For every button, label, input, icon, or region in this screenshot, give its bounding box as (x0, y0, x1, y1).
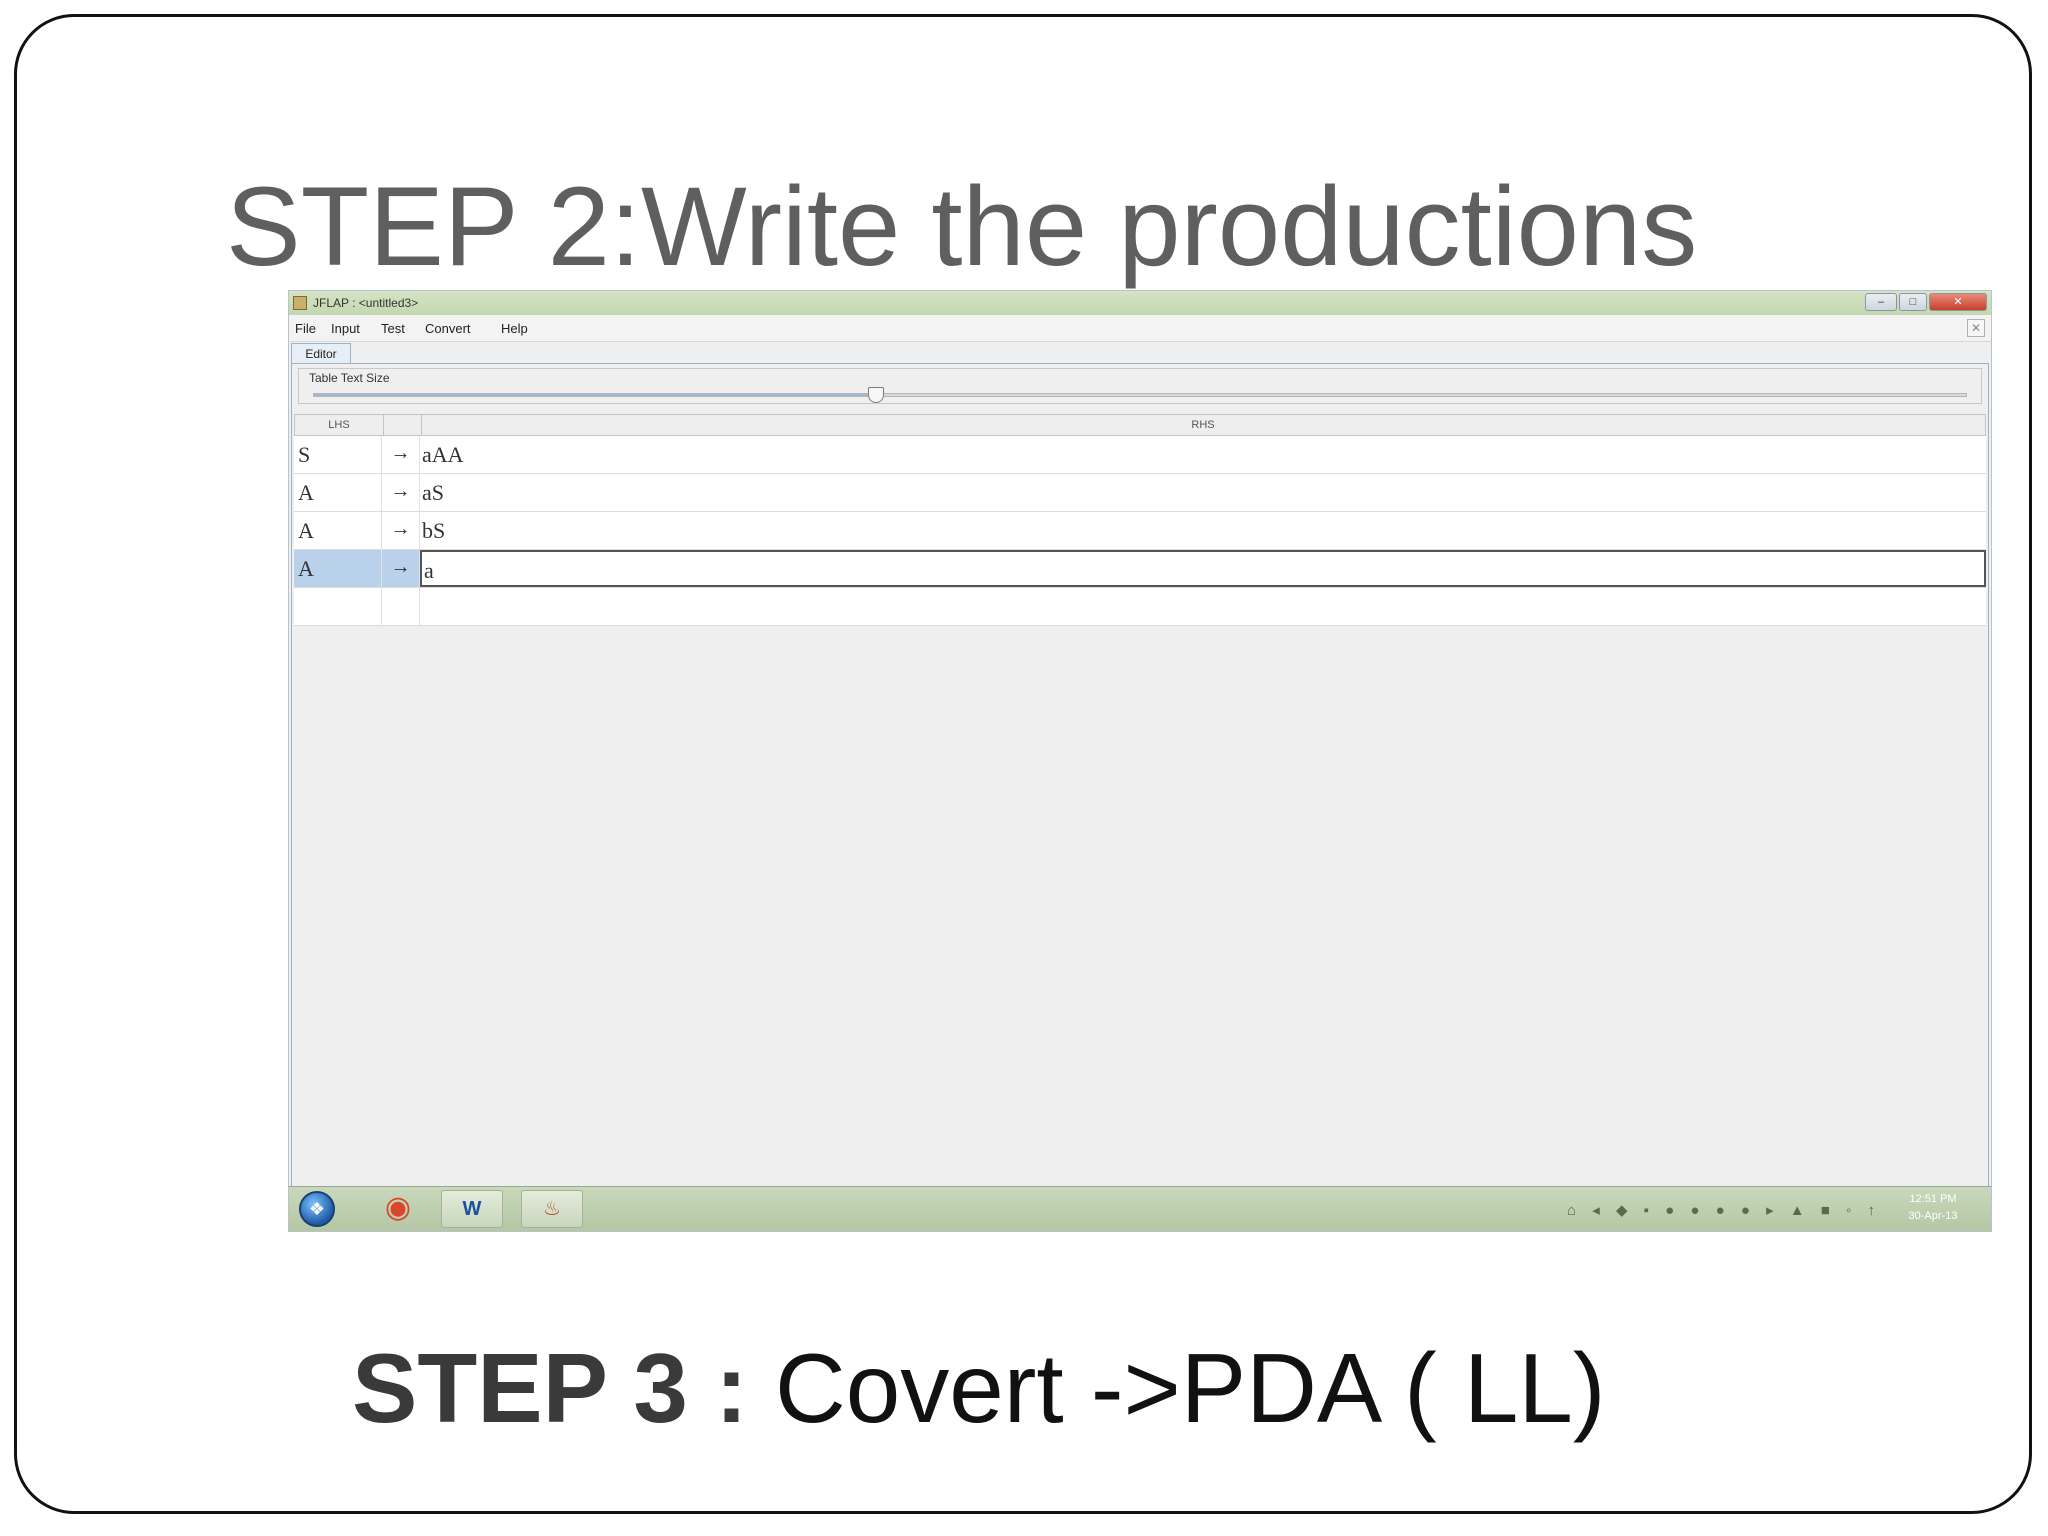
tab-editor[interactable]: Editor (291, 343, 351, 363)
rhs-cell-editing[interactable]: a (420, 550, 1986, 587)
menu-convert[interactable]: Convert (425, 321, 471, 336)
caption-text: Covert ->PDA ( LL) (747, 1333, 1606, 1443)
word-task-button[interactable]: W (441, 1190, 503, 1228)
table-row[interactable]: A → aS (294, 474, 1986, 512)
menu-input[interactable]: Input (331, 321, 360, 336)
table-row[interactable]: S → aAA (294, 436, 1986, 474)
rhs-cell[interactable]: aAA (420, 436, 1986, 473)
java-task-button[interactable]: ♨ (521, 1190, 583, 1228)
rhs-cell[interactable]: bS (420, 512, 1986, 549)
clock-date: 30-Apr-13 (1908, 1210, 1958, 1222)
close-button[interactable]: ✕ (1929, 293, 1987, 311)
arrow-cell (382, 588, 420, 625)
header-rhs[interactable]: RHS (421, 415, 1985, 435)
slide-title: STEP 2:Write the productions (226, 164, 1698, 289)
arrow-cell: → (382, 550, 420, 587)
table-text-size-slider[interactable] (313, 387, 1967, 403)
slider-thumb[interactable] (867, 387, 884, 403)
jflap-app-icon (293, 296, 307, 310)
header-lhs[interactable]: LHS (295, 415, 384, 435)
menu-bar: File Input Test Convert Help ✕ (289, 315, 1991, 342)
menu-help[interactable]: Help (501, 321, 528, 336)
menu-file[interactable]: File (295, 321, 316, 336)
lhs-cell[interactable]: A (294, 550, 382, 587)
close-document-icon[interactable]: ✕ (1967, 319, 1985, 337)
start-button[interactable]: ❖ (299, 1191, 335, 1227)
table-row-empty[interactable] (294, 588, 1986, 626)
rhs-cell[interactable] (420, 588, 1986, 625)
lhs-cell[interactable] (294, 588, 382, 625)
slide-caption: STEP 3 : Covert ->PDA ( LL) (352, 1332, 1606, 1445)
header-arrow (383, 415, 422, 435)
caption-step-label: STEP 3 : (352, 1333, 748, 1443)
system-tray-icons[interactable]: ⌂ ◂ ◆ ▪ ● ● ● ● ▸ ▲ ■ ◦ ↑ (1567, 1201, 1881, 1219)
arrow-cell: → (382, 474, 420, 511)
table-header: LHS RHS (294, 414, 1986, 436)
arrow-cell: → (382, 436, 420, 473)
maximize-button[interactable]: □ (1899, 293, 1927, 311)
window-title: JFLAP : <untitled3> (313, 296, 419, 310)
clock-time: 12:51 PM (1909, 1193, 1957, 1205)
taskbar-clock[interactable]: 12:51 PM 30-Apr-13 (1895, 1191, 1971, 1225)
grammar-table: LHS RHS S → aAA A → aS A → bS A → a (294, 414, 1986, 626)
slider-fill (314, 394, 876, 396)
jflap-window: JFLAP : <untitled3> – □ ✕ File Input Tes… (288, 290, 1992, 1232)
lhs-cell[interactable]: A (294, 474, 382, 511)
taskbar: ❖ ◉ W ♨ ⌂ ◂ ◆ ▪ ● ● ● ● ▸ ▲ ■ ◦ ↑ 12:51 … (289, 1186, 1991, 1231)
table-text-size-group: Table Text Size (298, 368, 1982, 404)
lhs-cell[interactable]: A (294, 512, 382, 549)
table-row-selected[interactable]: A → a (294, 550, 1986, 588)
table-row[interactable]: A → bS (294, 512, 1986, 550)
menu-test[interactable]: Test (381, 321, 405, 336)
window-titlebar: JFLAP : <untitled3> – □ ✕ (289, 291, 1991, 315)
chrome-icon[interactable]: ◉ (367, 1190, 429, 1228)
rhs-cell[interactable]: aS (420, 474, 1986, 511)
table-text-size-label: Table Text Size (307, 371, 392, 385)
editor-panel: Table Text Size LHS RHS S → aAA A → aS A… (291, 363, 1989, 1187)
minimize-button[interactable]: – (1865, 293, 1897, 311)
arrow-cell: → (382, 512, 420, 549)
lhs-cell[interactable]: S (294, 436, 382, 473)
